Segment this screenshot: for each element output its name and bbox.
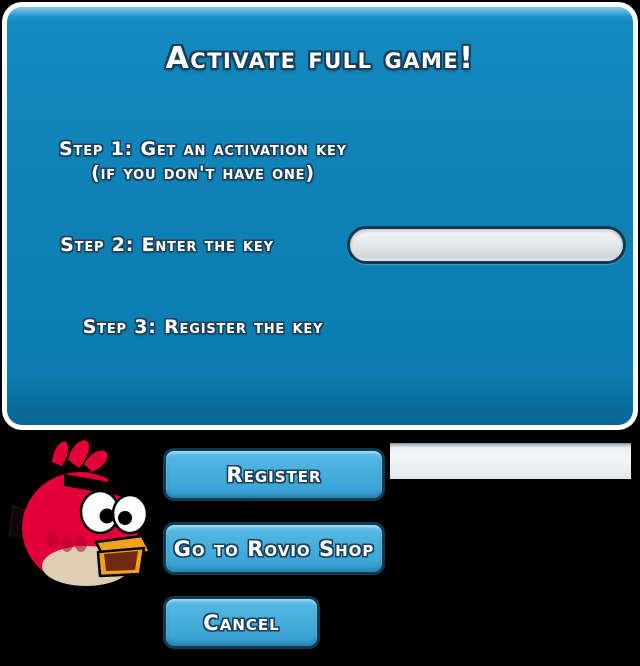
dialog-body: Activate full game! Step 1: Get an activ… xyxy=(7,7,633,425)
activate-dialog: Activate full game! Step 1: Get an activ… xyxy=(2,2,638,430)
step-1-line-1: Step 1: Get an activation key xyxy=(59,138,347,160)
bird-head-tuft xyxy=(52,440,108,472)
page-title: Activate full game! xyxy=(165,41,475,76)
bird-beak xyxy=(94,534,152,578)
screen-root: Activate full game! Step 1: Get an activ… xyxy=(0,0,640,666)
go-to-rovio-shop-button[interactable]: Go to Rovio Shop xyxy=(163,522,385,575)
register-button[interactable]: Register xyxy=(163,448,385,501)
activation-key-input[interactable] xyxy=(347,226,626,264)
bird-eyes xyxy=(79,489,149,535)
cancel-button[interactable]: Cancel xyxy=(163,596,320,649)
step-2-label: Step 2: Enter the key xyxy=(60,234,274,256)
step-3-label: Step 3: Register the key xyxy=(82,316,324,338)
angry-bird-icon xyxy=(8,440,160,600)
background-panel-strip xyxy=(390,443,631,479)
dialog-top-highlight xyxy=(7,7,633,16)
step-1-text: Step 1: Get an activation key (if you do… xyxy=(7,137,399,185)
step-1-line-2: (if you don't have one) xyxy=(91,162,315,184)
